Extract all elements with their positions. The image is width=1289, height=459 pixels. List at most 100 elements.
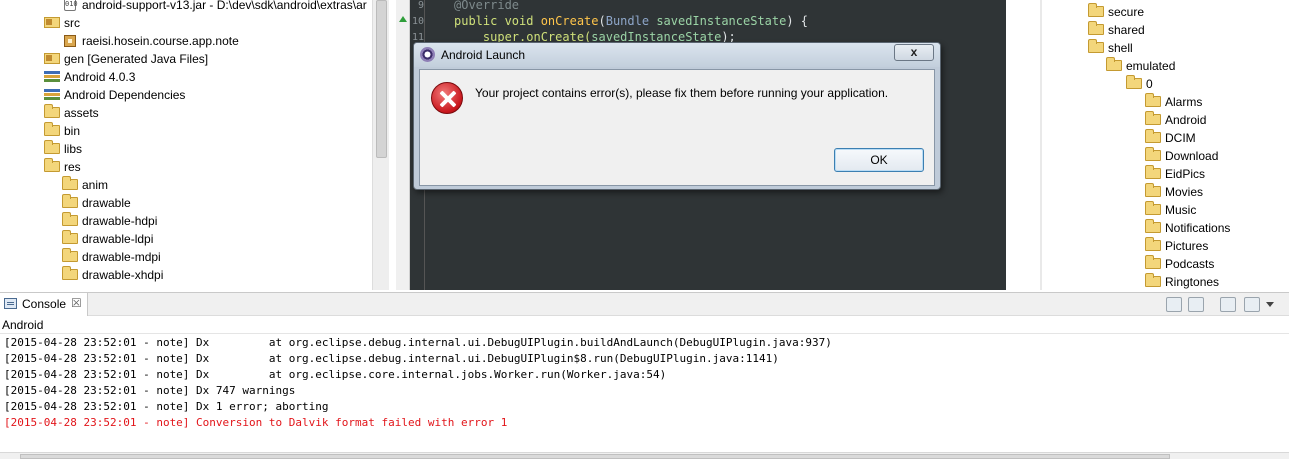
folder-icon [62,248,78,262]
code-token: onCreate [540,14,599,28]
pin-console-icon[interactable] [1220,297,1236,312]
line-number: 9 [417,0,424,11]
file-tree-item-label: secure [1108,5,1145,19]
file-tree-item-label: 0 [1146,77,1153,91]
folder-icon [1145,201,1161,215]
tree-item-label: anim [82,178,109,192]
folder-icon [1145,111,1161,125]
override-marker-icon[interactable] [399,16,407,22]
folder-icon [62,176,78,190]
file-tree-item-label: Notifications [1165,221,1231,235]
file-tree-item-label: Ringtones [1165,275,1220,289]
console-icon [4,298,17,309]
code-line: public void onCreate(Bundle savedInstanc… [454,14,808,28]
code-token: ) { [786,14,809,28]
file-tree-item-label: EidPics [1165,167,1206,181]
jar-icon: 010 [64,0,78,11]
dialog-message: Your project contains error(s), please f… [475,86,889,100]
folder-icon [1145,255,1161,269]
tree-item-label: drawable-ldpi [82,232,154,246]
dialog-titlebar[interactable]: Android Launch x [414,43,940,67]
code-line: @Override [454,0,519,12]
dialog-close-button[interactable]: x [894,44,934,61]
folder-icon [1145,273,1161,287]
folder-icon [62,230,78,244]
tree-item-label: Android Dependencies [64,88,186,102]
scrollbar-thumb[interactable] [20,454,1170,459]
tree-item-label: drawable-hdpi [82,214,158,228]
android-launch-dialog: Android Launch x Your project contains e… [413,42,941,190]
tab-console[interactable]: Console ☒ [0,293,88,316]
folder-icon [1106,57,1122,71]
editor-gutter [396,0,410,290]
scrollbar-thumb[interactable] [376,0,387,158]
display-console-icon[interactable] [1244,297,1260,312]
console-horizontal-scrollbar[interactable] [0,452,1289,459]
code-token: public void [454,14,541,28]
file-tree-item-label: Movies [1165,185,1204,199]
dialog-title: Android Launch [441,48,526,62]
view-menu-icon[interactable] [1266,302,1274,307]
source-folder-icon [44,17,60,28]
console-toolbar: Console ☒ [0,292,1289,316]
file-tree-item-label: emulated [1126,59,1176,73]
folder-open-icon [44,158,60,172]
file-tree-item-label: Android [1165,113,1207,127]
folder-icon [1126,75,1142,89]
tree-item-label: Android 4.0.3 [64,70,136,84]
tree-item-label: android-support-v13.jar - D:\dev\sdk\and… [82,0,367,12]
file-tree-item-label: shared [1108,23,1145,37]
console-line: [2015-04-28 23:52:01 - note] Dx at org.e… [4,336,832,349]
folder-icon [62,194,78,208]
folder-icon [62,212,78,226]
folder-icon [44,140,60,154]
tree-item-label: res [64,160,81,174]
code-token: savedInstanceState [656,14,787,28]
file-tree-item-label: Pictures [1165,239,1209,253]
tree-item-label: raeisi.hosein.course.app.note [82,34,239,48]
library-icon [44,71,60,83]
library-icon [44,89,60,101]
code-token: Bundle [605,14,657,28]
source-folder-icon [44,53,60,64]
folder-icon [1145,147,1161,161]
scroll-lock-icon[interactable] [1188,297,1204,312]
file-tree-item-label: shell [1108,41,1133,55]
console-name: Android [2,318,44,332]
console-line: [2015-04-28 23:52:01 - note] Dx 747 warn… [4,384,296,397]
package-explorer: 010 android-support-v13.jar - D:\dev\sdk\… [0,0,390,290]
tree-item-label: src [64,16,80,30]
console-line: [2015-04-28 23:52:01 - note] Dx at org.e… [4,352,779,365]
code-token: ( [598,14,606,28]
dialog-body: Your project contains error(s), please f… [419,69,935,186]
folder-icon [44,104,60,118]
folder-icon [1145,93,1161,107]
folder-icon [1145,183,1161,197]
tree-item-label: libs [64,142,83,156]
file-tree-item-label: Podcasts [1165,257,1215,271]
clear-console-icon[interactable] [1166,297,1182,312]
folder-icon [1145,129,1161,143]
console-output[interactable]: [2015-04-28 23:52:01 - note] Dx at org.e… [0,334,1289,454]
folder-icon [1088,21,1104,35]
folder-icon [1088,39,1104,53]
console-tab-label: Console [22,297,67,311]
console-title-bar: Android [0,317,1289,334]
folder-icon [1145,219,1161,233]
close-icon[interactable]: ☒ [71,296,82,310]
tree-item-label: drawable-xhdpi [82,268,164,282]
package-explorer-scrollbar[interactable] [372,0,389,290]
console-line: [2015-04-28 23:52:01 - note] Dx 1 error;… [4,400,329,413]
folder-icon [1145,165,1161,179]
folder-icon [1145,237,1161,251]
tree-item-label: assets [64,106,99,120]
file-tree-item-label: Alarms [1165,95,1203,109]
file-tree-item-label: Download [1165,149,1219,163]
tree-item-label: drawable-mdpi [82,250,161,264]
ok-button[interactable]: OK [834,148,924,172]
line-number: 10 [411,16,424,27]
console-line: [2015-04-28 23:52:01 - note] Dx at org.e… [4,368,667,381]
console-error-line: [2015-04-28 23:52:01 - note] Conversion … [4,416,508,429]
file-tree-item-label: Music [1165,203,1197,217]
error-icon [431,82,463,114]
